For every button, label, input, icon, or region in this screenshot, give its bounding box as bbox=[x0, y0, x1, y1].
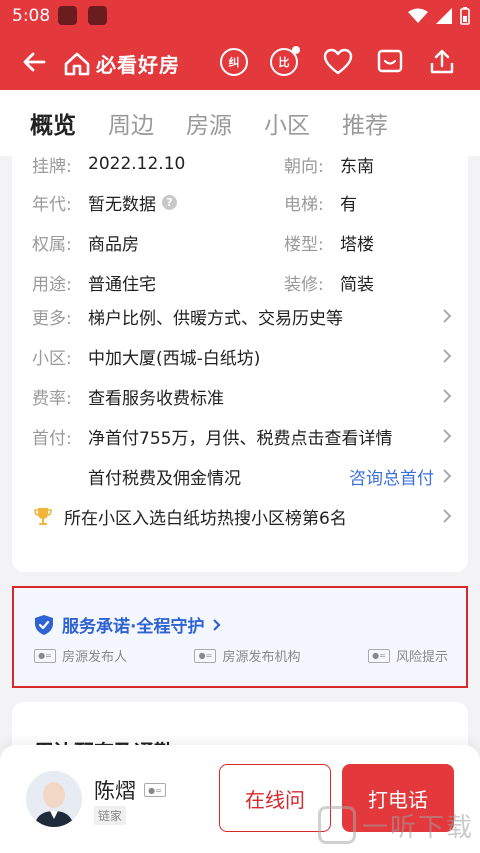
service-item: ●= 风险提示 bbox=[367, 646, 448, 665]
status-time: 5:08 bbox=[12, 6, 51, 26]
ranking-value: 所在小区入选白纸坊热搜小区榜第6名 bbox=[64, 508, 347, 529]
year-label: 年代: bbox=[32, 194, 72, 215]
tax-value: 首付税费及佣金情况 bbox=[88, 468, 241, 489]
tab-overview[interactable]: 概览 bbox=[30, 106, 76, 140]
brand-logo: 必看好房 bbox=[64, 49, 180, 78]
downpay-label: 首付: bbox=[32, 428, 72, 449]
brand-name: 必看好房 bbox=[96, 53, 180, 77]
detail-row: 权属: 商品房 楼型: 塔楼 bbox=[32, 222, 452, 262]
share-button[interactable] bbox=[426, 46, 458, 78]
business-card-icon[interactable]: ●= bbox=[144, 783, 166, 797]
year-value: 暂无数据 bbox=[88, 194, 156, 215]
elevator-value: 有 bbox=[340, 194, 357, 215]
chevron-right-icon bbox=[443, 469, 452, 483]
notification-icon bbox=[88, 6, 107, 25]
chevron-right-icon bbox=[443, 429, 452, 443]
tab-surroundings[interactable]: 周边 bbox=[108, 106, 154, 140]
ownership-label: 权属: bbox=[32, 234, 72, 255]
help-icon[interactable]: ? bbox=[162, 194, 177, 210]
agent-photo-icon bbox=[26, 771, 82, 827]
service-promise-title: 服务承诺·全程守护 bbox=[62, 617, 205, 637]
favorite-button[interactable] bbox=[322, 46, 354, 78]
shield-check-icon bbox=[35, 614, 53, 635]
status-bar: 5:08 bbox=[0, 0, 480, 34]
arrow-left-icon bbox=[23, 52, 46, 72]
badge-dot bbox=[292, 46, 300, 54]
tab-community[interactable]: 小区 bbox=[264, 106, 310, 140]
community-row[interactable]: 小区: 中加大厦(西城-白纸坊) bbox=[32, 336, 452, 376]
chevron-right-icon bbox=[443, 349, 452, 363]
avatar[interactable] bbox=[26, 771, 82, 827]
agent-name: 陈熠 bbox=[94, 779, 136, 803]
compare-button[interactable]: 比 bbox=[268, 46, 300, 78]
system-icons bbox=[408, 7, 470, 25]
watermark-logo-icon bbox=[318, 806, 356, 844]
license-icon: ●= bbox=[194, 648, 217, 663]
tab-recommend[interactable]: 推荐 bbox=[342, 106, 388, 140]
chevron-right-icon bbox=[443, 509, 452, 523]
battery-icon bbox=[460, 7, 470, 25]
detail-row: 年代: 暂无数据? 电梯: 有 bbox=[32, 182, 452, 222]
listed-value: 2022.12.10 bbox=[88, 154, 186, 174]
trophy-icon bbox=[34, 508, 52, 525]
back-button[interactable] bbox=[20, 48, 48, 80]
orientation-label: 朝向: bbox=[284, 156, 324, 177]
elevator-label: 电梯: bbox=[284, 194, 324, 215]
more-row[interactable]: 更多: 梯户比例、供暖方式、交易历史等 bbox=[32, 296, 452, 336]
community-value: 中加大厦(西城-白纸坊) bbox=[88, 348, 261, 369]
orientation-value: 东南 bbox=[340, 156, 374, 177]
ranking-row[interactable]: 所在小区入选白纸坊热搜小区榜第6名 bbox=[32, 496, 452, 536]
tax-row[interactable]: 首付税费及佣金情况 咨询总首付 bbox=[32, 456, 452, 496]
wifi-icon bbox=[408, 8, 428, 23]
house-logo-icon bbox=[64, 52, 90, 75]
share-icon bbox=[430, 49, 454, 74]
chevron-right-icon bbox=[213, 618, 222, 631]
service-item: ●= 房源发布人 bbox=[34, 646, 127, 665]
community-label: 小区: bbox=[32, 348, 72, 369]
agent-company: 链家 bbox=[94, 806, 127, 825]
id-card-icon: ●= bbox=[34, 648, 56, 663]
chevron-right-icon bbox=[443, 309, 452, 323]
tab-listings[interactable]: 房源 bbox=[186, 106, 232, 140]
chevron-right-icon bbox=[443, 389, 452, 403]
online-chat-button[interactable]: 在线问 bbox=[219, 764, 331, 832]
building-label: 楼型: bbox=[284, 234, 324, 255]
fee-value: 查看服务收费标准 bbox=[88, 388, 224, 409]
signal-icon bbox=[436, 8, 452, 24]
downpayment-row[interactable]: 首付: 净首付755万，月供、税费点击查看详情 bbox=[32, 416, 452, 456]
service-items: ●= 房源发布人 ●= 房源发布机构 ●= 风险提示 bbox=[34, 646, 448, 665]
usage-label: 用途: bbox=[32, 274, 72, 295]
more-label: 更多: bbox=[32, 308, 72, 329]
message-button[interactable] bbox=[374, 46, 406, 78]
notification-icon bbox=[58, 6, 77, 25]
correction-icon: 纠 bbox=[220, 48, 248, 76]
usage-value: 普通住宅 bbox=[88, 274, 156, 295]
listed-label: 挂牌: bbox=[32, 156, 72, 177]
detail-row: 挂牌: 2022.12.10 朝向: 东南 bbox=[32, 144, 452, 184]
app-header: 必看好房 纠 比 bbox=[0, 34, 480, 90]
chat-icon bbox=[377, 49, 403, 73]
service-promise-banner[interactable]: 服务承诺·全程守护 ●= 房源发布人 ●= 房源发布机构 ●= 风险提示 bbox=[12, 586, 468, 688]
consult-downpayment-link[interactable]: 咨询总首付 bbox=[349, 464, 434, 489]
heart-icon bbox=[323, 48, 353, 75]
watermark: 一听下载 bbox=[318, 806, 474, 844]
downpay-value: 净首付755万，月供、税费点击查看详情 bbox=[88, 428, 393, 449]
details-card: 挂牌: 2022.12.10 朝向: 东南 年代: 暂无数据? 电梯: 有 权属: 商品房… bbox=[12, 154, 468, 572]
building-value: 塔楼 bbox=[340, 234, 374, 255]
fee-row[interactable]: 费率: 查看服务收费标准 bbox=[32, 376, 452, 416]
decoration-label: 装修: bbox=[284, 274, 324, 295]
warning-shield-icon: ●= bbox=[367, 648, 390, 663]
more-value: 梯户比例、供暖方式、交易历史等 bbox=[88, 308, 343, 329]
decoration-value: 简装 bbox=[340, 274, 374, 295]
service-item: ●= 房源发布机构 bbox=[194, 646, 301, 665]
correction-button[interactable]: 纠 bbox=[218, 46, 250, 78]
fee-label: 费率: bbox=[32, 388, 72, 409]
ownership-value: 商品房 bbox=[88, 234, 139, 255]
